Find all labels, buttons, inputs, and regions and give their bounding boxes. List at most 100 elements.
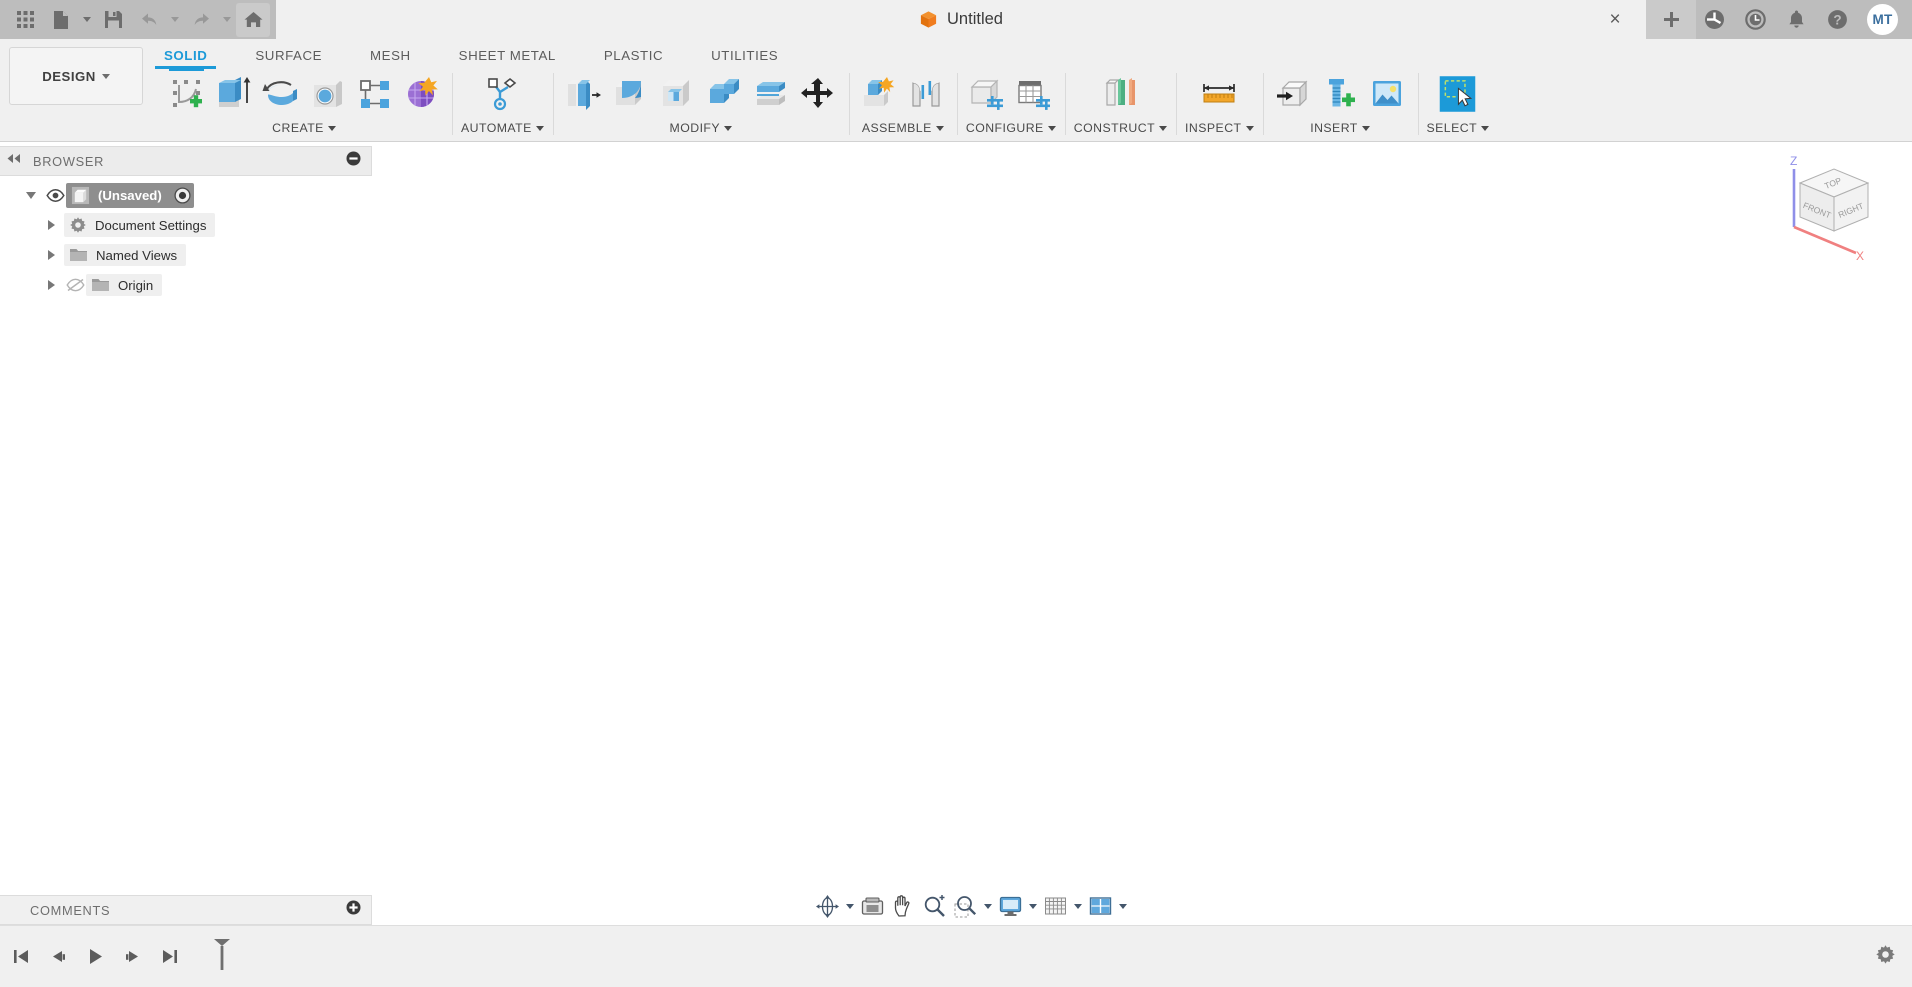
tab-utilities[interactable]: UTILITIES: [711, 48, 778, 69]
create-configuration-button[interactable]: [966, 72, 1009, 116]
create-form-button[interactable]: [400, 72, 443, 116]
select-window-button[interactable]: [1436, 72, 1479, 116]
skip-to-beginning-button[interactable]: [9, 943, 34, 971]
pattern-button[interactable]: [353, 72, 396, 116]
grid-snaps-button[interactable]: [1040, 892, 1071, 920]
skip-to-end-button[interactable]: [157, 943, 182, 971]
tree-row-unsaved[interactable]: (Unsaved): [0, 180, 372, 210]
ribbon-group-automate-label[interactable]: AUTOMATE: [461, 118, 544, 138]
notifications-button[interactable]: [1778, 2, 1814, 38]
undo-button[interactable]: [132, 3, 166, 37]
ribbon-group-insert-label[interactable]: INSERT: [1272, 118, 1409, 138]
tree-row-origin[interactable]: Origin: [0, 270, 372, 300]
configuration-table-button[interactable]: [1013, 72, 1056, 116]
visibility-toggle-unsaved[interactable]: [44, 188, 66, 202]
zoom-window-dropdown[interactable]: [981, 892, 995, 920]
shell-button[interactable]: [656, 72, 699, 116]
create-configuration-icon: [970, 79, 1004, 110]
timeline-marker[interactable]: [211, 937, 233, 976]
expand-toggle-unsaved[interactable]: [18, 191, 44, 199]
job-status-button[interactable]: [1737, 2, 1773, 38]
tab-mesh[interactable]: MESH: [370, 48, 411, 69]
extrude-button[interactable]: [212, 72, 255, 116]
activate-component-radio[interactable]: [174, 186, 191, 204]
document-tab[interactable]: Untitled ×: [276, 0, 1646, 39]
home-button[interactable]: [236, 2, 270, 37]
ribbon-group-select-label[interactable]: SELECT: [1427, 118, 1490, 138]
automate-button[interactable]: [481, 72, 524, 116]
timeline-settings-button[interactable]: [1875, 944, 1896, 970]
display-settings-button[interactable]: [995, 892, 1026, 920]
ribbon-group-create-label[interactable]: CREATE: [165, 118, 443, 138]
close-tab-button[interactable]: ×: [1604, 9, 1626, 31]
step-backward-button[interactable]: [46, 943, 71, 971]
tab-plastic[interactable]: PLASTIC: [604, 48, 663, 69]
offset-plane-button[interactable]: [1099, 72, 1142, 116]
undo-dropdown[interactable]: [168, 3, 182, 37]
display-settings-dropdown[interactable]: [1026, 892, 1040, 920]
tab-surface[interactable]: SURFACE: [255, 48, 322, 69]
measure-button[interactable]: [1198, 72, 1241, 116]
view-cube[interactable]: Z X TOP FRONT RIGHT: [1778, 155, 1890, 265]
tab-sheet-metal[interactable]: SHEET METAL: [459, 48, 556, 69]
new-tab-button[interactable]: [1646, 0, 1696, 39]
tree-row-named-views[interactable]: Named Views: [0, 240, 372, 270]
tree-item-unsaved[interactable]: (Unsaved): [66, 182, 194, 208]
zoom-window-button[interactable]: [950, 892, 981, 920]
document-cube-icon: [920, 11, 937, 28]
cylinder-button[interactable]: [306, 72, 349, 116]
redo-button[interactable]: [184, 3, 218, 37]
combine-button[interactable]: [703, 72, 746, 116]
create-sketch-button[interactable]: [165, 68, 208, 116]
ribbon-group-modify-label[interactable]: MODIFY: [562, 118, 840, 138]
app-grid-button[interactable]: [8, 3, 42, 37]
fillet-button[interactable]: [609, 72, 652, 116]
insert-derive-button[interactable]: [1272, 72, 1315, 116]
ribbon-group-inspect-label[interactable]: INSPECT: [1185, 118, 1254, 138]
pan-button[interactable]: [888, 892, 919, 920]
save-button[interactable]: [96, 3, 130, 37]
combine-icon: [710, 79, 740, 103]
expand-toggle-named-views[interactable]: [38, 250, 64, 260]
new-component-button[interactable]: [858, 72, 901, 116]
redo-dropdown[interactable]: [220, 3, 234, 37]
insert-canvas-button[interactable]: [1366, 72, 1409, 116]
viewports-button[interactable]: [1085, 892, 1116, 920]
expand-toggle-origin[interactable]: [38, 280, 64, 290]
revolve-button[interactable]: [259, 72, 302, 116]
eye-icon: [45, 188, 65, 202]
ribbon-group-configure-label[interactable]: CONFIGURE: [966, 118, 1056, 138]
orbit-button[interactable]: [812, 892, 843, 920]
move-copy-button[interactable]: [797, 72, 840, 116]
ribbon-group-construct-label[interactable]: CONSTRUCT: [1074, 118, 1168, 138]
viewport-canvas[interactable]: Z X TOP FRONT RIGHT: [373, 143, 1912, 925]
orbit-dropdown[interactable]: [843, 892, 857, 920]
tree-item-named-views[interactable]: Named Views: [64, 244, 187, 266]
tab-solid[interactable]: SOLID: [154, 48, 217, 69]
press-pull-button[interactable]: [562, 72, 605, 116]
new-document-dropdown[interactable]: [80, 3, 94, 37]
step-forward-button[interactable]: [120, 943, 145, 971]
joint-button[interactable]: [905, 72, 948, 116]
play-button[interactable]: [83, 943, 108, 971]
tree-item-document-settings[interactable]: Document Settings: [64, 213, 216, 237]
add-comment-button[interactable]: [346, 900, 361, 920]
tree-item-origin[interactable]: Origin: [86, 274, 163, 296]
grid-snaps-dropdown[interactable]: [1071, 892, 1085, 920]
offset-face-button[interactable]: [750, 72, 793, 116]
visibility-toggle-origin[interactable]: [64, 278, 86, 292]
look-at-button[interactable]: [857, 892, 888, 920]
extension-button[interactable]: [1696, 2, 1732, 38]
zoom-button[interactable]: [919, 892, 950, 920]
user-avatar[interactable]: MT: [1867, 4, 1898, 35]
expand-toggle-document-settings[interactable]: [38, 220, 64, 230]
tree-row-document-settings[interactable]: Document Settings: [0, 210, 372, 240]
insert-mcmaster-button[interactable]: [1319, 72, 1362, 116]
workspace-selector[interactable]: DESIGN: [9, 47, 143, 105]
help-button[interactable]: ?: [1819, 2, 1855, 38]
browser-minimize-button[interactable]: [346, 151, 361, 171]
ribbon-group-assemble-label[interactable]: ASSEMBLE: [858, 118, 948, 138]
viewports-dropdown[interactable]: [1116, 892, 1130, 920]
new-document-button[interactable]: [44, 3, 78, 37]
browser-collapse-button[interactable]: [6, 152, 21, 170]
